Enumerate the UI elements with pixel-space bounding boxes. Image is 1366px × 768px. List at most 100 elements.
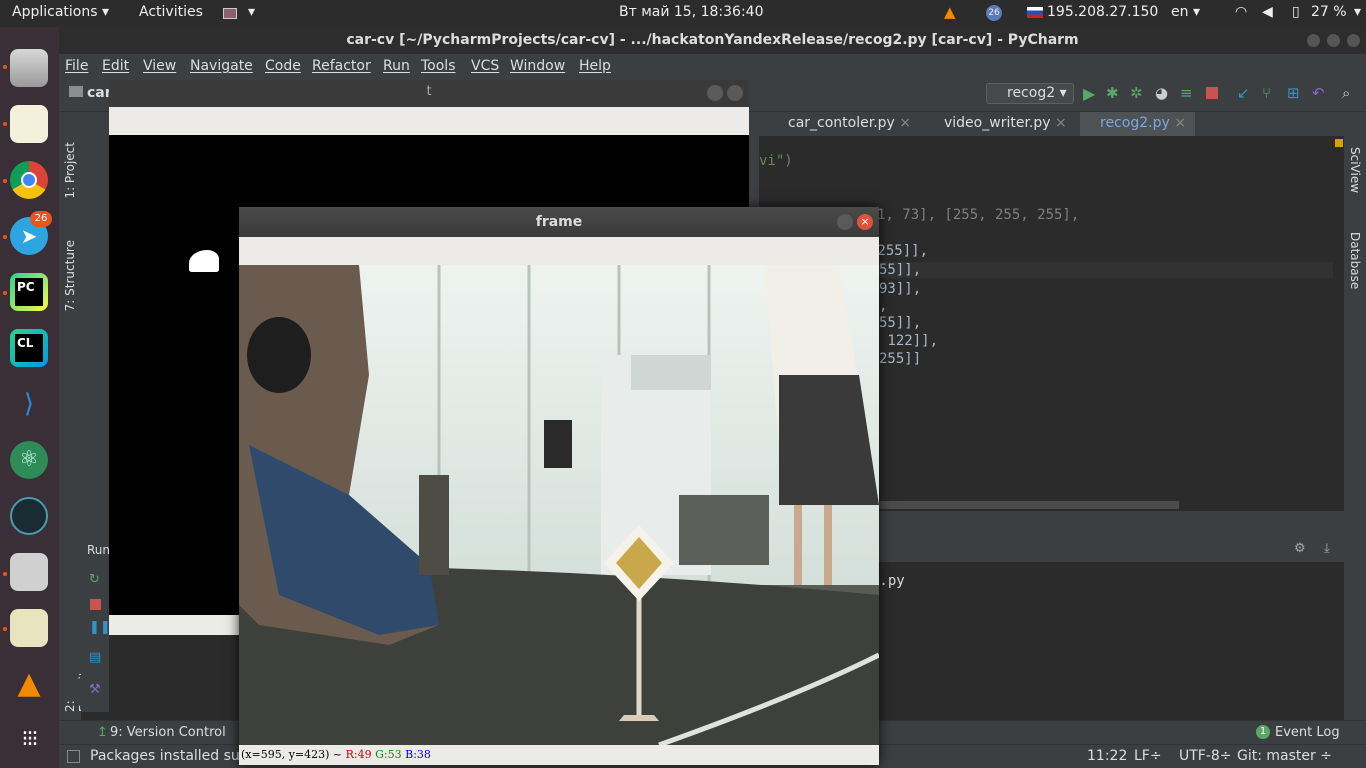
event-log-button[interactable]: Event Log: [1275, 725, 1340, 740]
menu-code[interactable]: Code: [265, 58, 301, 74]
menu-help[interactable]: Help: [579, 58, 611, 74]
structure-tool-button[interactable]: 7: Structure: [63, 240, 77, 311]
image-viewer-icon[interactable]: [10, 609, 48, 647]
menu-refactor[interactable]: Refactor: [312, 58, 371, 74]
wifi-icon[interactable]: ◠: [1235, 4, 1247, 20]
minimize-button[interactable]: [1307, 34, 1320, 47]
menu-window[interactable]: Window: [510, 58, 565, 74]
mask-window-toolbar: [109, 107, 749, 135]
rerun-icon[interactable]: ≡: [1180, 84, 1193, 102]
rerun-icon[interactable]: ↻: [89, 572, 100, 587]
maximize-button[interactable]: [1327, 34, 1340, 47]
chevron-down-icon[interactable]: ▾: [248, 4, 255, 20]
cursor-position[interactable]: 11:22: [1087, 748, 1127, 764]
pycharm-icon[interactable]: PC: [10, 273, 48, 311]
vcs-update-icon[interactable]: ↙: [1237, 84, 1250, 102]
system-menu-icon[interactable]: ▾: [1354, 4, 1361, 20]
menu-navigate[interactable]: Navigate: [190, 58, 253, 74]
menu-file[interactable]: File: [65, 58, 88, 74]
horizontal-scrollbar[interactable]: [879, 501, 1179, 509]
pause-icon[interactable]: ❚❚: [89, 620, 111, 635]
status-message[interactable]: Packages installed suc: [90, 748, 248, 764]
search-icon[interactable]: ⌕: [1342, 84, 1350, 102]
ip-indicator[interactable]: 195.208.27.150: [1047, 4, 1158, 20]
calculator-icon[interactable]: [10, 553, 48, 591]
battery-icon[interactable]: ▯: [1292, 4, 1300, 20]
show-apps-icon[interactable]: ⁝⁝⁝: [10, 721, 48, 759]
code-line: 255]]: [879, 351, 922, 367]
minimize-button[interactable]: [707, 85, 723, 101]
line-separator[interactable]: LF÷: [1134, 748, 1162, 764]
close-button[interactable]: ×: [857, 214, 873, 230]
run-config-select[interactable]: recog2 ▾: [986, 83, 1074, 104]
minimize-button[interactable]: [837, 214, 853, 230]
status-toggle-icon[interactable]: [67, 750, 80, 763]
coverage-icon[interactable]: ✲: [1130, 84, 1143, 102]
applications-menu[interactable]: Applications ▾: [12, 4, 109, 20]
version-control-button[interactable]: 9: Version Control: [110, 725, 226, 740]
vlc-icon[interactable]: ▲: [10, 665, 48, 703]
project-tool-button[interactable]: 1: Project: [63, 142, 77, 199]
tab-recog2[interactable]: recog2.py ×: [1080, 112, 1195, 136]
pixel-green: G:53: [375, 748, 402, 761]
undo-icon[interactable]: ↶: [1312, 84, 1325, 102]
tab-video-writer[interactable]: video_writer.py ×: [924, 112, 1072, 136]
database-tool-button[interactable]: Database: [1348, 232, 1362, 289]
volume-icon[interactable]: ◀: [1262, 4, 1273, 20]
gear-icon[interactable]: ⚙: [1294, 541, 1306, 556]
camera-frame[interactable]: [239, 265, 879, 745]
close-button[interactable]: [727, 85, 743, 101]
breadcrumb[interactable]: car: [87, 85, 112, 101]
profile-icon[interactable]: ◕: [1155, 84, 1168, 102]
vcs-compare-icon[interactable]: ⊞: [1287, 84, 1300, 102]
files-icon[interactable]: [10, 49, 48, 87]
menu-tools[interactable]: Tools: [421, 58, 456, 74]
chrome-icon[interactable]: [10, 161, 48, 199]
code-line: 55]],: [879, 262, 1333, 278]
window-title: car-cv [~/PycharmProjects/car-cv] - .../…: [59, 27, 1366, 54]
menu-view[interactable]: View: [143, 58, 176, 74]
right-tool-strip: SciView Database: [1344, 112, 1366, 712]
git-branch[interactable]: Git: master ÷: [1237, 748, 1332, 764]
code-line: ,: [879, 298, 888, 314]
vscode-icon[interactable]: ⟩: [10, 385, 48, 423]
frame-window: frame × (x=595, y=423) ~ R:49 G:53 B:38: [239, 207, 879, 765]
hide-panel-icon[interactable]: ⤓: [1324, 541, 1330, 556]
debug-icon[interactable]: ✱: [1106, 84, 1119, 102]
vlc-tray-icon[interactable]: ▲: [944, 3, 956, 21]
mask-blob: [189, 250, 219, 272]
tab-car-contoler[interactable]: car_contoler.py ×: [768, 112, 916, 136]
menu-run[interactable]: Run: [383, 58, 410, 74]
menu-vcs[interactable]: VCS: [471, 58, 499, 74]
text-editor-icon[interactable]: [10, 105, 48, 143]
clock[interactable]: Вт май 15, 18:36:40: [619, 4, 764, 20]
notification-badge[interactable]: 26: [986, 5, 1002, 21]
battery-level[interactable]: 27 %: [1311, 4, 1347, 20]
activities-button[interactable]: Activities: [139, 4, 203, 20]
pixel-blue: B:38: [405, 748, 431, 761]
code-line: vi"): [759, 153, 793, 169]
vcs-commit-icon[interactable]: ⑂: [1262, 84, 1271, 102]
frame-window-toolbar: [239, 237, 879, 265]
top-panel: Applications ▾ Activities ▾ Вт май 15, 1…: [0, 0, 1366, 27]
file-encoding[interactable]: UTF-8÷: [1179, 748, 1232, 764]
run-icon[interactable]: ▶: [1083, 84, 1095, 103]
close-button[interactable]: [1347, 34, 1360, 47]
layout-icon[interactable]: ▤: [89, 650, 101, 665]
settings-icon[interactable]: ⚒: [89, 682, 101, 697]
run-toolbar: ↻ ❚❚ ▤ ⚒: [81, 562, 111, 712]
language-indicator[interactable]: en ▾: [1171, 4, 1200, 20]
window-indicator-icon[interactable]: [223, 8, 237, 19]
frame-window-title: frame: [239, 207, 879, 237]
clion-icon[interactable]: CL: [10, 329, 48, 367]
code-line: 55]],: [879, 315, 922, 331]
stop-icon[interactable]: [90, 599, 101, 610]
pixel-info: (x=595, y=423) ~ R:49 G:53 B:38: [239, 745, 879, 765]
running-indicator: [3, 572, 7, 576]
sciview-tool-button[interactable]: SciView: [1348, 147, 1362, 193]
gitkraken-icon[interactable]: [10, 497, 48, 535]
menu-edit[interactable]: Edit: [102, 58, 129, 74]
warning-marker: [1335, 139, 1343, 147]
atom-icon[interactable]: ⚛: [10, 441, 48, 479]
stop-icon[interactable]: [1206, 87, 1218, 99]
